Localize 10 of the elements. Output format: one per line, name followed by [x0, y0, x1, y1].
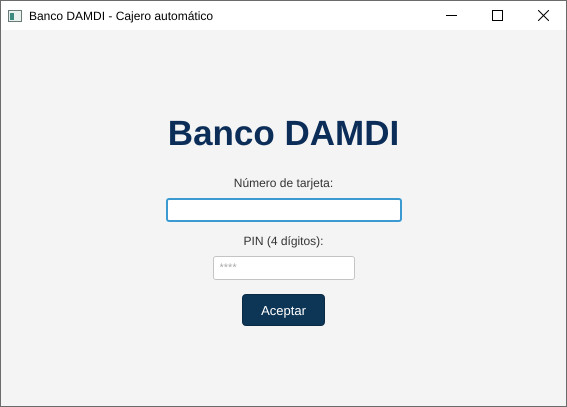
window-title: Banco DAMDI - Cajero automático	[29, 8, 214, 22]
card-number-label: Número de tarjeta:	[234, 176, 334, 190]
app-icon	[8, 10, 22, 22]
pin-label: PIN (4 dígitos):	[243, 234, 324, 248]
maximize-icon	[492, 10, 502, 21]
close-icon	[538, 10, 548, 21]
card-number-field[interactable]	[166, 198, 402, 222]
accept-button[interactable]: Aceptar	[242, 294, 325, 326]
pin-field[interactable]: ****	[212, 256, 354, 280]
bank-heading: Banco DAMDI	[168, 114, 400, 154]
